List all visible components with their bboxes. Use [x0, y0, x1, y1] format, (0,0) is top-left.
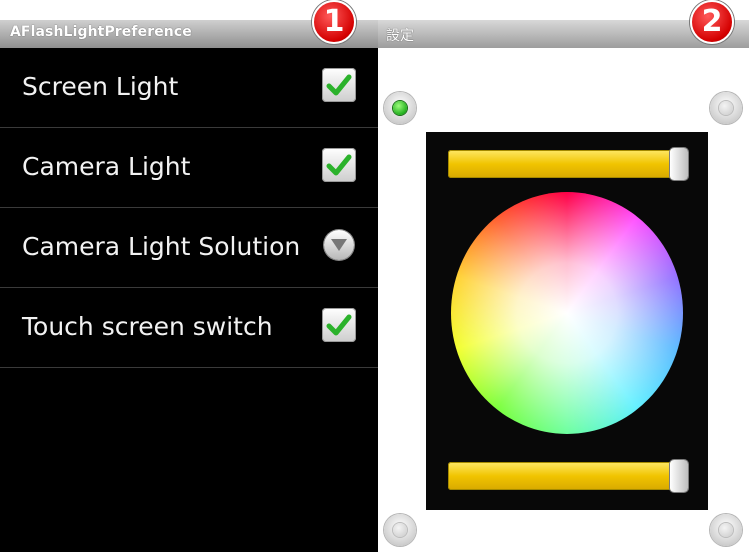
bottom-slider[interactable]: [448, 460, 688, 492]
pref-row-touch-screen-switch[interactable]: Touch screen switch: [0, 288, 378, 368]
bottom-slider-thumb[interactable]: [670, 460, 688, 492]
radio-off-icon: [719, 523, 733, 537]
check-icon: [326, 154, 352, 176]
pref-row-screen-light[interactable]: Screen Light: [0, 48, 378, 128]
pref-row-camera-light-solution[interactable]: Camera Light Solution: [0, 208, 378, 288]
touch-screen-switch-checkbox[interactable]: [322, 308, 356, 342]
camera-light-solution-dropdown[interactable]: [324, 230, 354, 260]
pref-label: Screen Light: [22, 72, 179, 101]
corner-button-bottom-right[interactable]: [710, 514, 742, 546]
pref-row-camera-light[interactable]: Camera Light: [0, 128, 378, 208]
corner-button-top-left[interactable]: [384, 92, 416, 124]
callout-badge-2: 2: [690, 0, 734, 44]
radio-on-icon: [393, 101, 407, 115]
top-slider-thumb[interactable]: [670, 148, 688, 180]
triangle-down-icon: [331, 239, 347, 251]
check-icon: [326, 74, 352, 96]
pref-label: Touch screen switch: [22, 312, 273, 341]
color-wheel[interactable]: [451, 192, 683, 434]
camera-light-checkbox[interactable]: [322, 148, 356, 182]
radio-off-icon: [393, 523, 407, 537]
settings-title: 設定: [386, 28, 414, 44]
corner-button-top-right[interactable]: [710, 92, 742, 124]
color-wheel-center: [451, 192, 683, 434]
settings-panel: 設定: [378, 20, 749, 552]
preferences-panel: AFlashLightPreference Screen Light Camer…: [0, 20, 378, 552]
pref-label: Camera Light Solution: [22, 232, 301, 261]
screen-light-checkbox[interactable]: [322, 68, 356, 102]
preferences-title: AFlashLightPreference: [10, 24, 192, 40]
pref-label: Camera Light: [22, 152, 191, 181]
check-icon: [326, 314, 352, 336]
color-picker: [426, 132, 708, 510]
callout-badge-1: 1: [312, 0, 356, 44]
corner-button-bottom-left[interactable]: [384, 514, 416, 546]
top-slider[interactable]: [448, 148, 688, 180]
radio-off-icon: [719, 101, 733, 115]
